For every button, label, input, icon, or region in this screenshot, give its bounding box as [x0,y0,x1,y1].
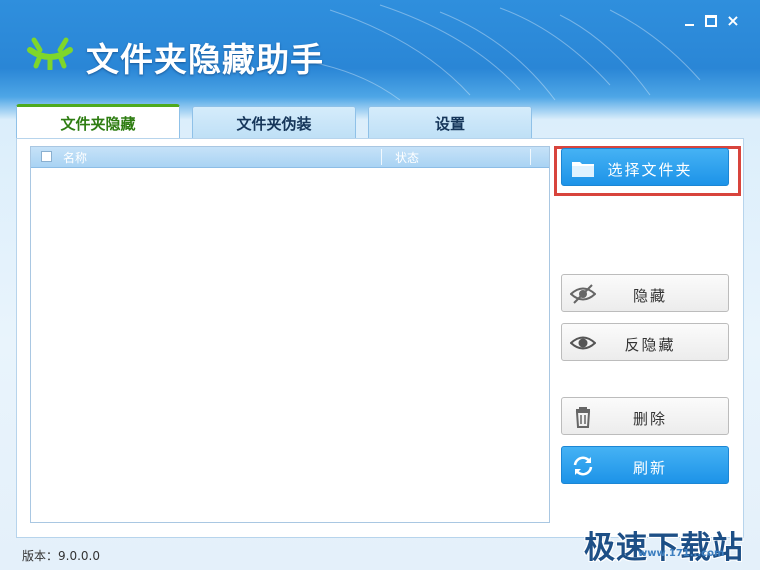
watermark-url: www.171...com [638,548,725,559]
version-label: 版本：9.0.0.0 [22,549,100,563]
watermark-text: 极速下载站 [584,530,744,566]
hide-label: 隐藏 [632,287,667,305]
column-header-name[interactable]: 名称 [63,149,87,166]
unhide-button[interactable]: 反隐藏 [561,323,729,361]
delete-label: 删除 [632,410,667,428]
select-folder-label: 选择文件夹 [607,161,693,179]
unhide-label: 反隐藏 [624,336,676,354]
select-folder-button[interactable]: 选择文件夹 [561,148,729,186]
tab-folder-disguise[interactable]: 文件夹伪装 [192,106,356,138]
delete-button[interactable]: 删除 [561,397,729,435]
app-logo-icon [27,37,73,70]
hide-button[interactable]: 隐藏 [561,274,729,312]
app-title: 文件夹隐藏助手 [86,40,324,79]
column-divider[interactable] [530,149,531,165]
refresh-button[interactable]: 刷新 [561,446,729,484]
app-window: 文件夹隐藏助手 × 文件夹隐藏 文件夹伪装 设置 名称 状态 选择文件夹 隐藏 [0,0,760,570]
folder-list[interactable]: 名称 状态 [30,146,550,523]
column-divider[interactable] [381,149,382,165]
title-bar[interactable]: 文件夹隐藏助手 × [0,0,760,100]
tab-settings[interactable]: 设置 [368,106,532,138]
tab-folder-hide[interactable]: 文件夹隐藏 [16,104,180,138]
refresh-label: 刷新 [632,459,667,477]
select-all-checkbox[interactable] [41,151,52,162]
maximize-icon [705,15,717,27]
close-button[interactable]: × [724,12,742,30]
list-header: 名称 状态 [31,147,549,168]
column-header-status[interactable]: 状态 [395,149,419,166]
minimize-button[interactable] [680,12,698,30]
maximize-button[interactable] [702,12,720,30]
minimize-icon [684,24,694,26]
